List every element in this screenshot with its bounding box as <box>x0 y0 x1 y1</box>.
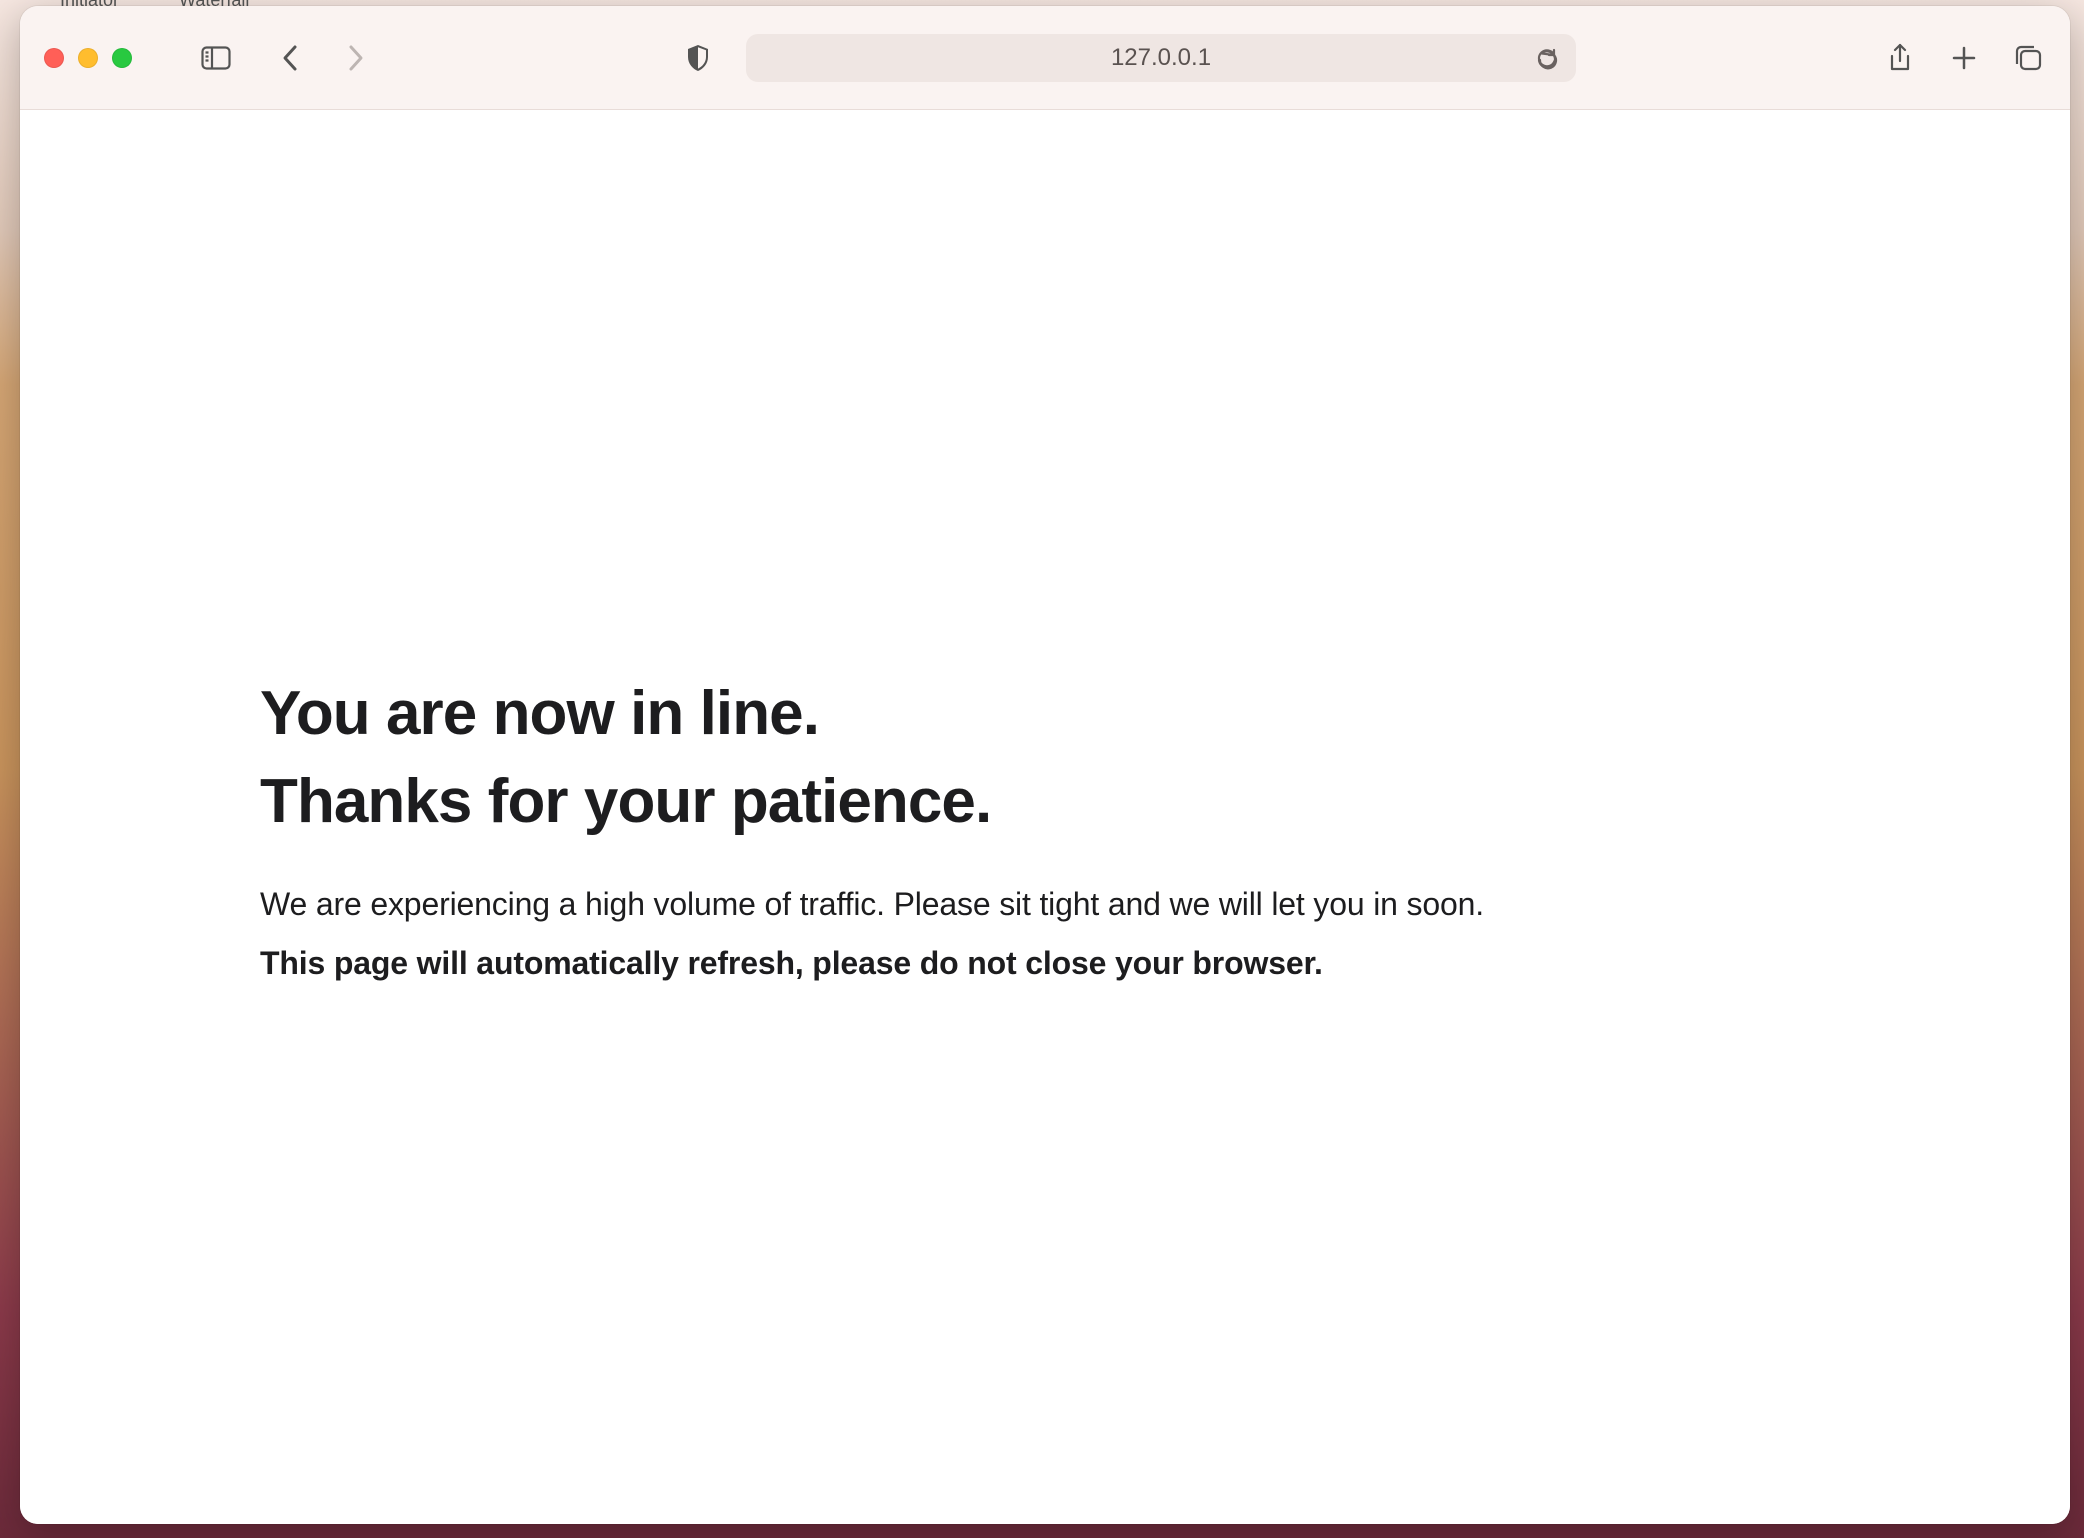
address-text: 127.0.0.1 <box>1111 44 1211 72</box>
shield-icon <box>686 44 710 72</box>
forward-button[interactable] <box>338 40 374 76</box>
tab-overview-icon <box>2014 45 2042 71</box>
new-tab-button[interactable] <box>1946 40 1982 76</box>
tab-overview-button[interactable] <box>2010 40 2046 76</box>
queue-refresh-note: This page will automatically refresh, pl… <box>260 945 1830 982</box>
queue-heading-line2: Thanks for your patience. <box>260 758 1830 846</box>
chevron-left-icon <box>281 44 299 72</box>
sidebar-toggle-button[interactable] <box>198 40 234 76</box>
browser-titlebar: 127.0.0.1 <box>20 6 2070 110</box>
sidebar-icon <box>201 46 231 70</box>
address-bar[interactable]: 127.0.0.1 <box>746 34 1576 82</box>
fullscreen-window-button[interactable] <box>112 48 132 68</box>
window-controls <box>44 48 132 68</box>
share-button[interactable] <box>1882 40 1918 76</box>
chevron-right-icon <box>347 44 365 72</box>
share-icon <box>1888 43 1912 73</box>
reload-button[interactable] <box>1536 46 1558 70</box>
reload-icon <box>1536 46 1558 70</box>
browser-window: 127.0.0.1 <box>20 6 2070 1524</box>
back-button[interactable] <box>272 40 308 76</box>
page-content: You are now in line. Thanks for your pat… <box>20 110 2070 1524</box>
privacy-shield-button[interactable] <box>680 40 716 76</box>
queue-heading-line1: You are now in line. <box>260 670 1830 758</box>
queue-subtext: We are experiencing a high volume of tra… <box>260 886 1830 923</box>
plus-icon <box>1951 45 1977 71</box>
close-window-button[interactable] <box>44 48 64 68</box>
minimize-window-button[interactable] <box>78 48 98 68</box>
